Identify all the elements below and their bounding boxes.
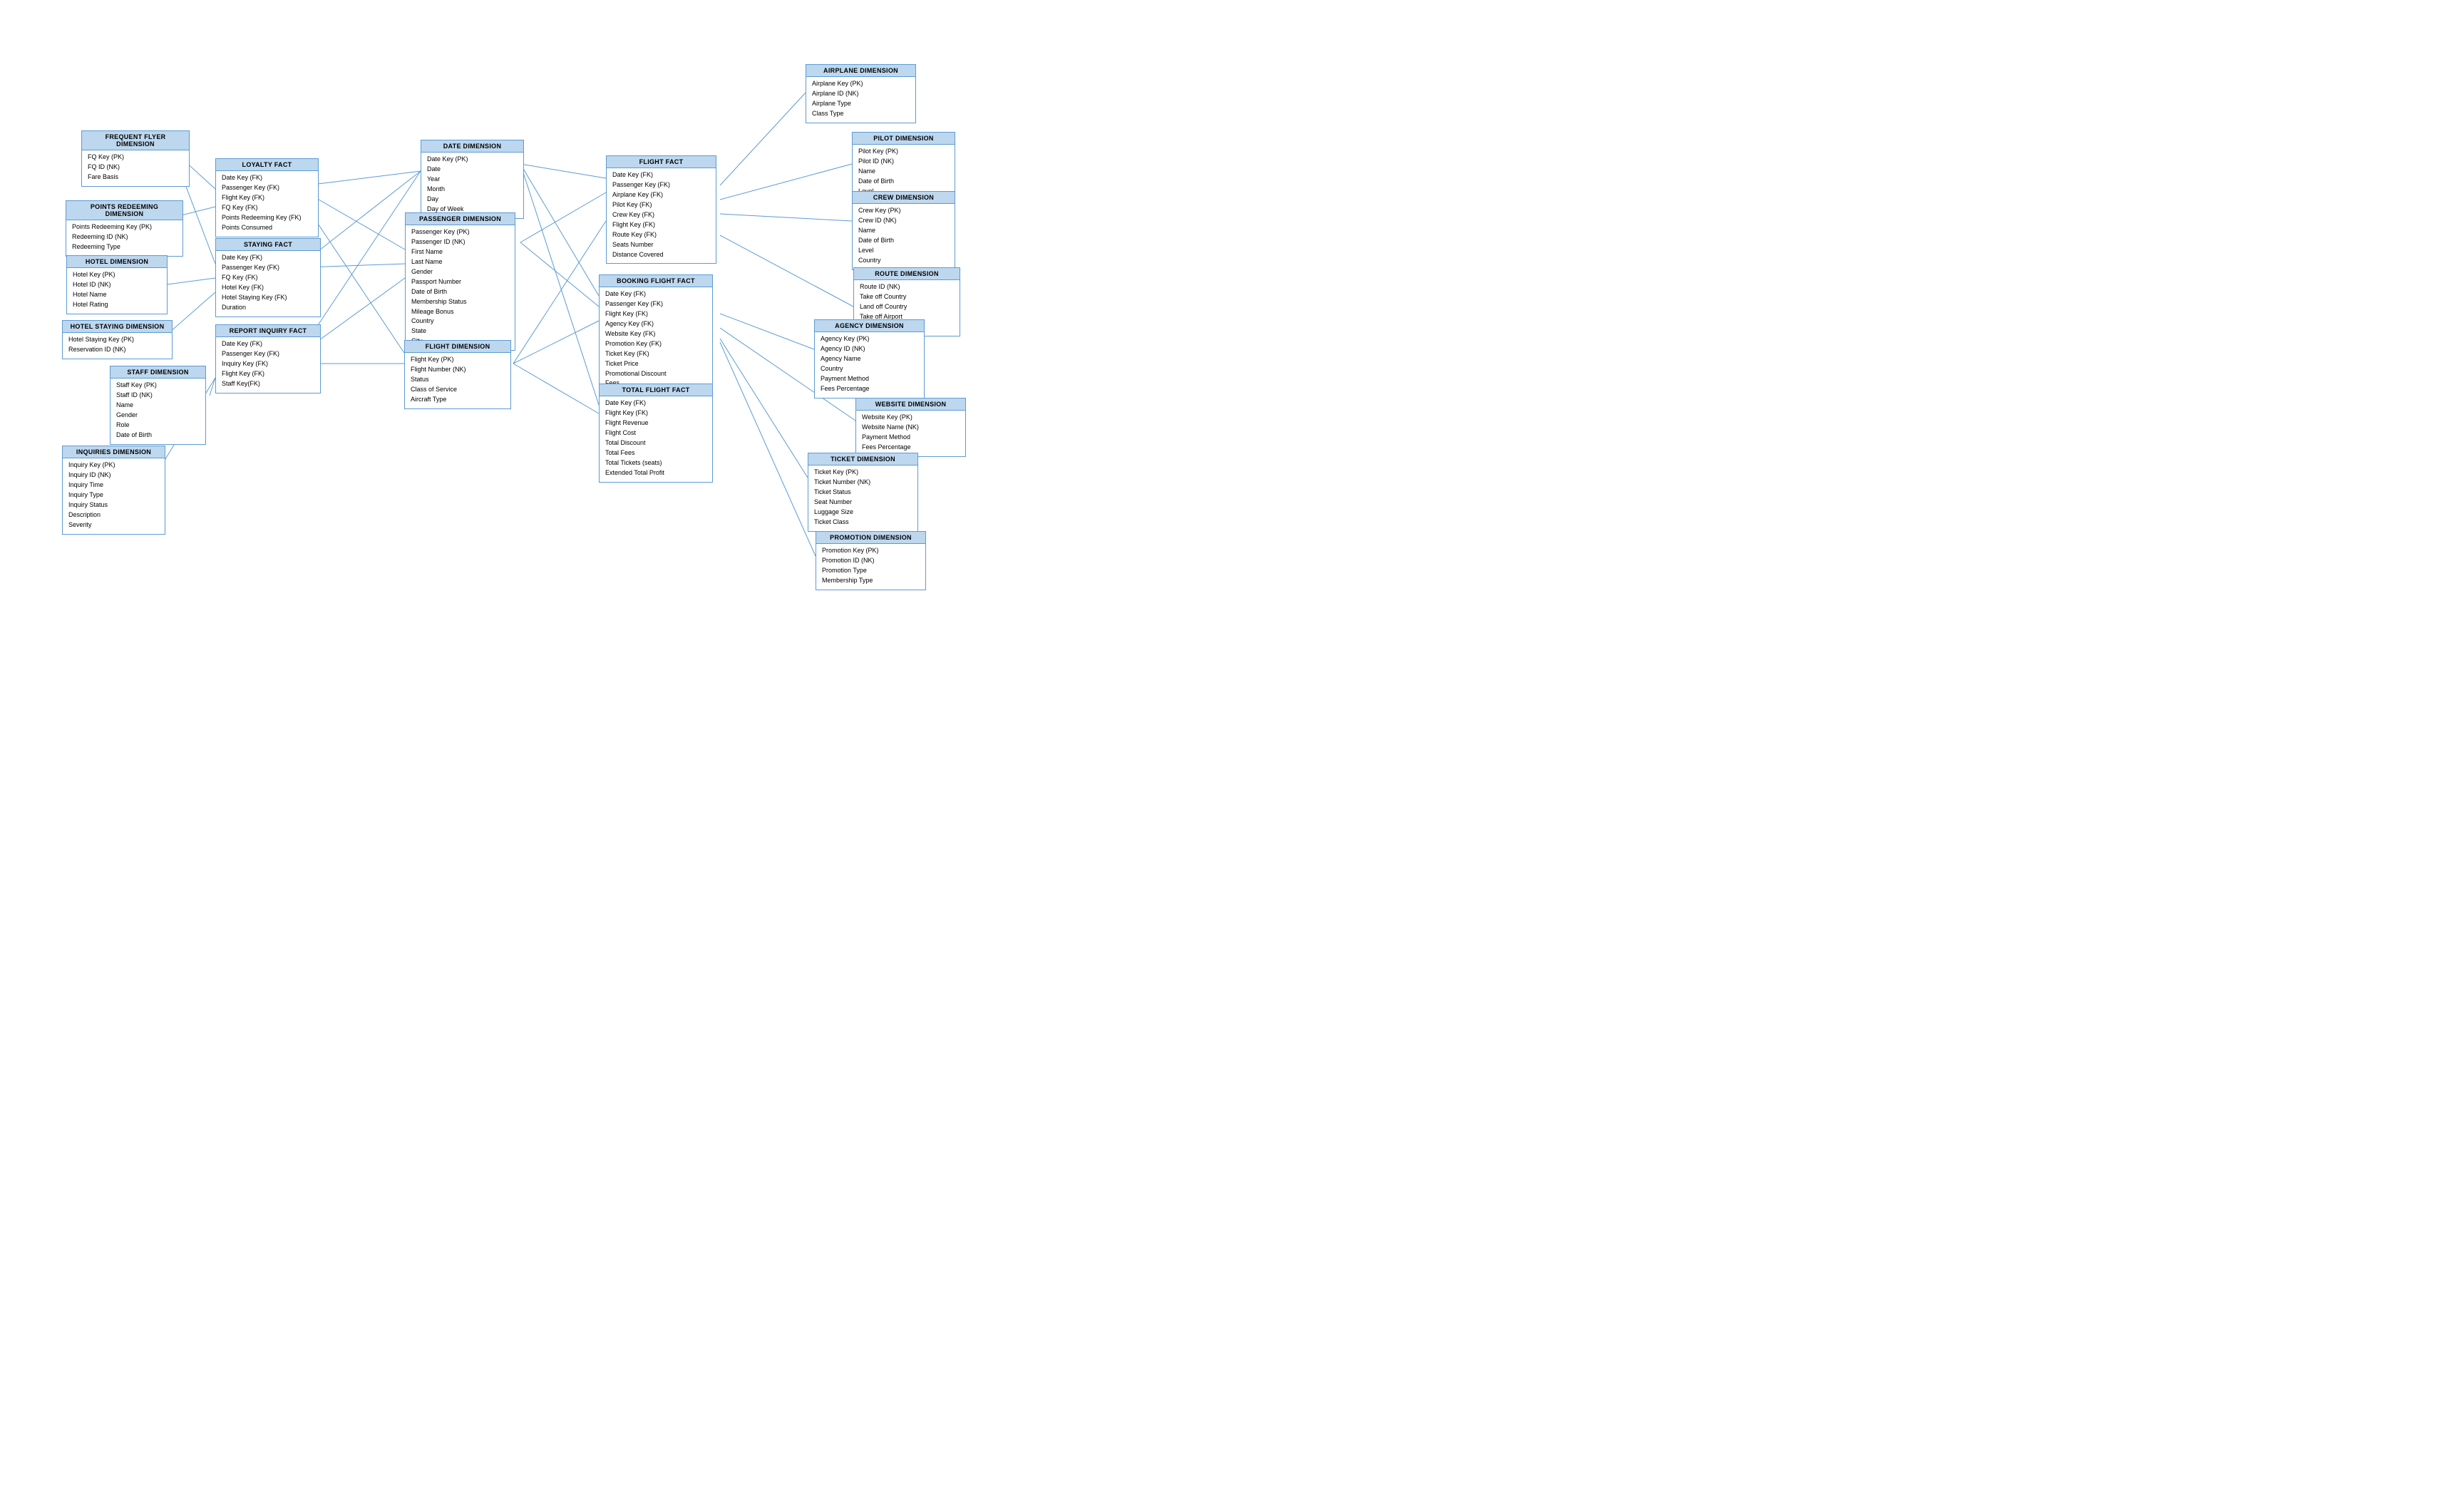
- flight-fact-body: Date Key (FK) Passenger Key (FK) Airplan…: [607, 168, 716, 263]
- crew-dimension-body: Crew Key (PK) Crew ID (NK) Name Date of …: [853, 204, 955, 269]
- flight-dimension-header: FLIGHT DIMENSION: [405, 341, 510, 353]
- frequent-flyer-dimension-entity: FREQUENT FLYER DIMENSION FQ Key (PK) FQ …: [81, 130, 190, 187]
- flight-fact-header: FLIGHT FACT: [607, 156, 716, 168]
- promotion-dimension-entity: PROMOTION DIMENSION Promotion Key (PK) P…: [816, 531, 926, 590]
- points-redeeming-dimension-body: Points Redeeming Key (PK) Redeeming ID (…: [66, 220, 182, 256]
- staying-fact-header: STAYING FACT: [216, 239, 320, 251]
- flight-dimension-body: Flight Key (PK) Flight Number (NK) Statu…: [405, 353, 510, 408]
- hotel-dimension-entity: HOTEL DIMENSION Hotel Key (PK) Hotel ID …: [66, 255, 168, 314]
- field-airplane-id: Airplane ID (NK): [812, 89, 910, 99]
- booking-flight-fact-entity: BOOKING FLIGHT FACT Date Key (FK) Passen…: [599, 274, 713, 393]
- frequent-flyer-dimension-header: FREQUENT FLYER DIMENSION: [82, 131, 189, 150]
- booking-flight-fact-header: BOOKING FLIGHT FACT: [600, 275, 712, 287]
- staying-fact-entity: STAYING FACT Date Key (FK) Passenger Key…: [215, 238, 321, 317]
- website-dimension-body: Website Key (PK) Website Name (NK) Payme…: [856, 411, 965, 456]
- flight-dimension-entity: FLIGHT DIMENSION Flight Key (PK) Flight …: [404, 340, 511, 409]
- points-redeeming-dimension-header: POINTS REDEEMING DIMENSION: [66, 201, 182, 220]
- ticket-dimension-header: TICKET DIMENSION: [808, 453, 917, 466]
- diagram-canvas: AIRPLANE DIMENSION Airplane Key (PK) Air…: [0, 0, 2453, 1512]
- crew-dimension-entity: CREW DIMENSION Crew Key (PK) Crew ID (NK…: [852, 191, 955, 270]
- agency-dimension-header: AGENCY DIMENSION: [815, 320, 924, 332]
- flight-fact-entity: FLIGHT FACT Date Key (FK) Passenger Key …: [606, 155, 716, 264]
- booking-flight-fact-body: Date Key (FK) Passenger Key (FK) Flight …: [600, 287, 712, 392]
- loyalty-fact-entity: LOYALTY FACT Date Key (FK) Passenger Key…: [215, 158, 319, 237]
- report-inquiry-fact-body: Date Key (FK) Passenger Key (FK) Inquiry…: [216, 337, 320, 393]
- ticket-dimension-entity: TICKET DIMENSION Ticket Key (PK) Ticket …: [808, 453, 918, 532]
- promotion-dimension-header: PROMOTION DIMENSION: [816, 532, 925, 544]
- passenger-dimension-body: Passenger Key (PK) Passenger ID (NK) Fir…: [406, 225, 515, 350]
- passenger-dimension-header: PASSENGER DIMENSION: [406, 213, 515, 225]
- agency-dimension-entity: AGENCY DIMENSION Agency Key (PK) Agency …: [814, 319, 925, 398]
- frequent-flyer-dimension-body: FQ Key (PK) FQ ID (NK) Fare Basis: [82, 150, 189, 186]
- hotel-dimension-header: HOTEL DIMENSION: [67, 256, 167, 268]
- website-dimension-header: WEBSITE DIMENSION: [856, 398, 965, 411]
- route-dimension-header: ROUTE DIMENSION: [854, 268, 960, 280]
- connectors-layer: [0, 0, 2453, 1512]
- crew-dimension-header: CREW DIMENSION: [853, 192, 955, 204]
- field-airplane-key: Airplane Key (PK): [812, 79, 910, 89]
- website-dimension-entity: WEBSITE DIMENSION Website Key (PK) Websi…: [855, 398, 966, 457]
- loyalty-fact-body: Date Key (FK) Passenger Key (FK) Flight …: [216, 171, 318, 237]
- ticket-dimension-body: Ticket Key (PK) Ticket Number (NK) Ticke…: [808, 466, 917, 531]
- airplane-dimension-entity: AIRPLANE DIMENSION Airplane Key (PK) Air…: [806, 64, 916, 123]
- staff-dimension-entity: STAFF DIMENSION Staff Key (PK) Staff ID …: [110, 366, 206, 445]
- date-dimension-header: DATE DIMENSION: [421, 140, 523, 153]
- field-airplane-type: Airplane Type: [812, 99, 910, 109]
- airplane-dimension-body: Airplane Key (PK) Airplane ID (NK) Airpl…: [806, 77, 915, 123]
- hotel-staying-dimension-header: HOTEL STAYING DIMENSION: [63, 321, 172, 333]
- inquiries-dimension-header: INQUIRIES DIMENSION: [63, 446, 165, 458]
- points-redeeming-dimension-entity: POINTS REDEEMING DIMENSION Points Redeem…: [66, 200, 183, 257]
- total-flight-fact-header: TOTAL FLIGHT FACT: [600, 384, 712, 396]
- hotel-dimension-body: Hotel Key (PK) Hotel ID (NK) Hotel Name …: [67, 268, 167, 314]
- total-flight-fact-body: Date Key (FK) Flight Key (FK) Flight Rev…: [600, 396, 712, 482]
- report-inquiry-fact-entity: REPORT INQUIRY FACT Date Key (FK) Passen…: [215, 324, 321, 394]
- staying-fact-body: Date Key (FK) Passenger Key (FK) FQ Key …: [216, 251, 320, 317]
- date-dimension-body: Date Key (PK) Date Year Month Day Day of…: [421, 153, 523, 218]
- staff-dimension-header: STAFF DIMENSION: [110, 366, 205, 379]
- pilot-dimension-header: PILOT DIMENSION: [853, 133, 955, 145]
- agency-dimension-body: Agency Key (PK) Agency ID (NK) Agency Na…: [815, 332, 924, 398]
- promotion-dimension-body: Promotion Key (PK) Promotion ID (NK) Pro…: [816, 544, 925, 590]
- field-class-type: Class Type: [812, 109, 910, 119]
- passenger-dimension-entity: PASSENGER DIMENSION Passenger Key (PK) P…: [405, 212, 515, 351]
- inquiries-dimension-body: Inquiry Key (PK) Inquiry ID (NK) Inquiry…: [63, 458, 165, 534]
- total-flight-fact-entity: TOTAL FLIGHT FACT Date Key (FK) Flight K…: [599, 384, 713, 483]
- loyalty-fact-header: LOYALTY FACT: [216, 159, 318, 171]
- date-dimension-entity: DATE DIMENSION Date Key (PK) Date Year M…: [421, 140, 524, 219]
- airplane-dimension-header: AIRPLANE DIMENSION: [806, 65, 915, 77]
- report-inquiry-fact-header: REPORT INQUIRY FACT: [216, 325, 320, 337]
- staff-dimension-body: Staff Key (PK) Staff ID (NK) Name Gender…: [110, 379, 205, 444]
- hotel-staying-dimension-entity: HOTEL STAYING DIMENSION Hotel Staying Ke…: [62, 320, 173, 359]
- hotel-staying-dimension-body: Hotel Staying Key (PK) Reservation ID (N…: [63, 333, 172, 359]
- inquiries-dimension-entity: INQUIRIES DIMENSION Inquiry Key (PK) Inq…: [62, 446, 165, 535]
